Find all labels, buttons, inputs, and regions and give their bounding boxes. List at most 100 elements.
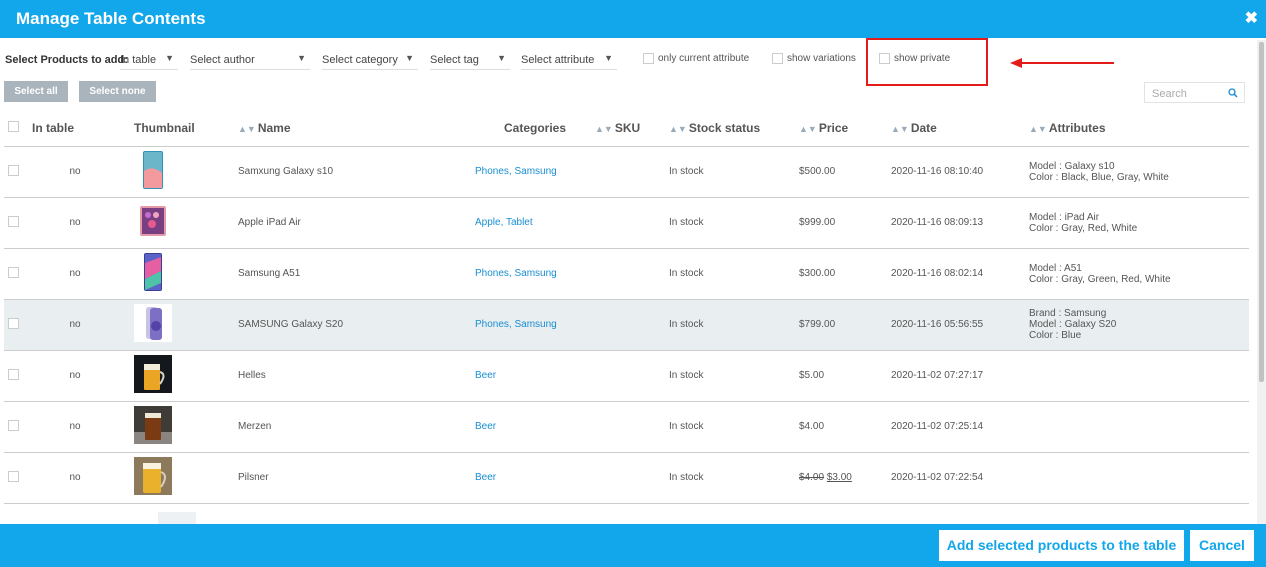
sku-cell bbox=[595, 452, 669, 504]
attribute-select-value: Select attribute bbox=[521, 54, 595, 66]
search-placeholder: Search bbox=[1152, 88, 1187, 100]
table-header-row: In table Thumbnail ▲▼ Name Categories ▲▼ S… bbox=[4, 110, 1249, 147]
table-row[interactable]: no Pilsner Beer In stock $4.00 $3.00 202… bbox=[4, 452, 1249, 504]
stock-cell: In stock bbox=[669, 299, 799, 351]
checkbox-icon[interactable] bbox=[772, 53, 783, 64]
select-all-checkbox-cell[interactable] bbox=[4, 110, 32, 147]
beer-thumbnail bbox=[134, 406, 172, 444]
date-cell: 2020-11-02 07:27:17 bbox=[891, 350, 1029, 402]
search-input[interactable]: Search bbox=[1144, 82, 1245, 103]
in-table-select-value: In table bbox=[120, 54, 157, 66]
manage-table-contents-modal: Manage Table Contents ✖ Select Products … bbox=[0, 0, 1266, 567]
categories-link[interactable]: Apple, Tablet bbox=[475, 197, 595, 249]
date-cell: 2020-11-16 05:56:55 bbox=[891, 299, 1029, 351]
table-row[interactable]: no Merzen Beer In stock $4.00 2020-11-02… bbox=[4, 401, 1249, 453]
row-checkbox-cell[interactable] bbox=[4, 452, 32, 504]
sort-icon[interactable]: ▲▼ bbox=[595, 124, 613, 134]
show-variations-label: show variations bbox=[787, 53, 856, 65]
categories-link[interactable]: Beer bbox=[475, 350, 595, 402]
row-checkbox-cell[interactable] bbox=[4, 350, 32, 402]
checkbox-icon[interactable] bbox=[8, 470, 19, 482]
filter-label: Select Products to add: bbox=[5, 54, 128, 66]
tag-select[interactable]: Select tag ▼ bbox=[430, 50, 510, 70]
sort-icon[interactable]: ▲▼ bbox=[891, 124, 909, 134]
sort-icon[interactable]: ▲▼ bbox=[669, 124, 687, 134]
search-icon[interactable] bbox=[1228, 88, 1238, 98]
column-price-label: Price bbox=[818, 120, 849, 135]
categories-link[interactable]: Beer bbox=[475, 452, 595, 504]
in-table-cell: no bbox=[32, 452, 134, 504]
only-current-attribute-checkbox[interactable]: only current attribute bbox=[643, 53, 749, 67]
row-checkbox-cell[interactable] bbox=[4, 299, 32, 351]
categories-link[interactable]: Phones, Samsung bbox=[475, 299, 595, 351]
checkbox-icon[interactable] bbox=[8, 419, 19, 431]
checkbox-icon[interactable] bbox=[8, 317, 19, 329]
sort-icon[interactable]: ▲▼ bbox=[799, 124, 817, 134]
categories-link[interactable]: Phones, Samsung bbox=[475, 248, 595, 300]
column-attributes[interactable]: ▲▼ Attributes bbox=[1029, 110, 1249, 147]
add-selected-products-button[interactable]: Add selected products to the table bbox=[939, 530, 1184, 561]
table-row[interactable]: no Samsung A51 Phones, Samsung In stock … bbox=[4, 248, 1249, 300]
chevron-down-icon: ▼ bbox=[165, 53, 174, 63]
table-row[interactable]: no Apple iPad Air Apple, Tablet In stock… bbox=[4, 197, 1249, 249]
tablet-thumbnail bbox=[140, 206, 166, 236]
attributes-cell: Model : Galaxy s10 Color : Black, Blue, … bbox=[1029, 146, 1249, 198]
thumbnail-cell bbox=[134, 197, 238, 249]
chevron-down-icon: ▼ bbox=[497, 53, 506, 63]
table-row[interactable]: no SAMSUNG Galaxy S20 Phones, Samsung In… bbox=[4, 299, 1249, 351]
table-row[interactable]: no Helles Beer In stock $5.00 2020-11-02… bbox=[4, 350, 1249, 402]
stock-cell: In stock bbox=[669, 350, 799, 402]
checkbox-icon[interactable] bbox=[8, 266, 19, 278]
select-all-button[interactable]: Select all bbox=[4, 81, 68, 102]
date-cell: 2020-11-02 07:22:54 bbox=[891, 452, 1029, 504]
beer-thumbnail bbox=[134, 457, 172, 495]
thumbnail-cell bbox=[134, 401, 238, 453]
show-variations-checkbox[interactable]: show variations bbox=[772, 53, 856, 67]
sort-icon[interactable]: ▲▼ bbox=[238, 124, 256, 134]
name-cell: SAMSUNG Galaxy S20 bbox=[238, 299, 475, 351]
chevron-down-icon: ▼ bbox=[297, 53, 306, 63]
in-table-select[interactable]: In table ▼ bbox=[120, 50, 178, 70]
checkbox-icon[interactable] bbox=[8, 120, 19, 132]
author-select[interactable]: Select author ▼ bbox=[190, 50, 310, 70]
chevron-down-icon: ▼ bbox=[405, 53, 414, 63]
row-checkbox-cell[interactable] bbox=[4, 401, 32, 453]
row-checkbox-cell[interactable] bbox=[4, 146, 32, 198]
column-date-label: Date bbox=[910, 120, 937, 135]
attributes-cell bbox=[1029, 452, 1249, 504]
column-attributes-label: Attributes bbox=[1048, 120, 1106, 135]
phone-thumbnail bbox=[134, 304, 172, 342]
old-price: $4.00 bbox=[799, 472, 825, 483]
checkbox-icon[interactable] bbox=[8, 215, 19, 227]
checkbox-icon[interactable] bbox=[643, 53, 654, 64]
categories-link[interactable]: Phones, Samsung bbox=[475, 146, 595, 198]
in-table-cell: no bbox=[32, 146, 134, 198]
column-stock-status[interactable]: ▲▼ Stock status bbox=[669, 110, 799, 147]
category-select[interactable]: Select category ▼ bbox=[322, 50, 418, 70]
cancel-button[interactable]: Cancel bbox=[1190, 530, 1254, 561]
table-row[interactable]: no Samxung Galaxy s10 Phones, Samsung In… bbox=[4, 146, 1249, 198]
scrollbar-thumb[interactable] bbox=[1259, 42, 1264, 382]
row-checkbox-cell[interactable] bbox=[4, 197, 32, 249]
price-cell: $5.00 bbox=[799, 350, 891, 402]
sku-cell bbox=[595, 248, 669, 300]
select-none-button[interactable]: Select none bbox=[79, 81, 156, 102]
checkbox-icon[interactable] bbox=[8, 164, 19, 176]
row-checkbox-cell[interactable] bbox=[4, 248, 32, 300]
attribute-select[interactable]: Select attribute ▼ bbox=[521, 50, 617, 70]
sort-icon[interactable]: ▲▼ bbox=[1029, 124, 1047, 134]
date-cell: 2020-11-02 07:25:14 bbox=[891, 401, 1029, 453]
column-date[interactable]: ▲▼ Date bbox=[891, 110, 1029, 147]
phone-thumbnail bbox=[144, 253, 162, 291]
checkbox-icon[interactable] bbox=[8, 368, 19, 380]
categories-link[interactable]: Beer bbox=[475, 401, 595, 453]
close-icon[interactable]: ✖ bbox=[1245, 8, 1258, 28]
column-sku[interactable]: ▲▼ SKU bbox=[595, 110, 669, 147]
name-cell: Pilsner bbox=[238, 452, 475, 504]
column-price[interactable]: ▲▼ Price bbox=[799, 110, 891, 147]
in-table-cell: no bbox=[32, 350, 134, 402]
column-in-table[interactable]: In table bbox=[32, 110, 134, 147]
column-name[interactable]: ▲▼ Name bbox=[238, 110, 475, 147]
thumbnail-cell bbox=[134, 350, 238, 402]
scrollbar[interactable] bbox=[1257, 40, 1266, 524]
